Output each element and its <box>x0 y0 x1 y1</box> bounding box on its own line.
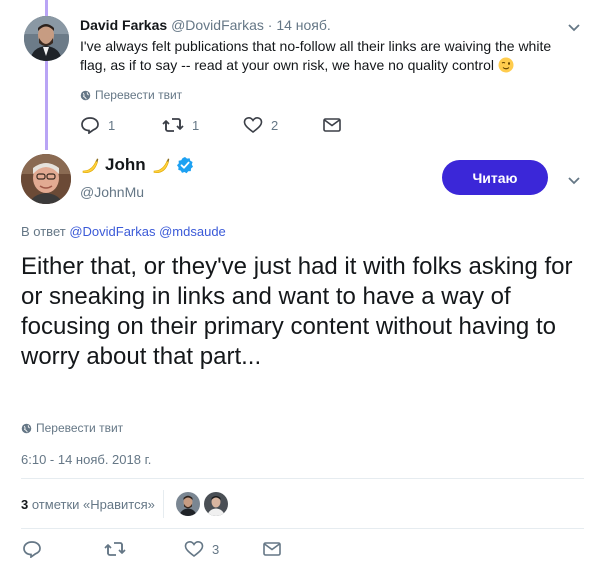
tweet-text-content: I've always felt publications that no-fo… <box>80 38 552 73</box>
reply-icon <box>81 117 99 134</box>
retweet-icon <box>162 118 184 132</box>
reply-button[interactable] <box>22 540 42 558</box>
divider <box>21 528 584 529</box>
winking-face-emoji-icon <box>498 57 514 73</box>
direct-message-button[interactable] <box>322 116 342 134</box>
reply-to-line: В ответ @DovidFarkas @mdsaude <box>21 224 226 239</box>
banana-emoji-icon <box>82 158 99 173</box>
author-name[interactable]: John <box>105 155 146 175</box>
heart-icon <box>243 116 263 134</box>
reply-to-prefix: В ответ <box>21 224 66 239</box>
reply-to-mentions[interactable]: @DovidFarkas @mdsaude <box>69 224 225 239</box>
tweet-text: Either that, or they've just had it with… <box>21 253 573 370</box>
chevron-down-icon[interactable] <box>567 23 581 33</box>
likes-label: отметки «Нравится» <box>31 496 155 512</box>
likes-count-text[interactable]: 3 отметки «Нравится» <box>21 497 155 512</box>
author-name[interactable]: David Farkas <box>80 17 167 33</box>
liker-avatar[interactable] <box>203 492 228 516</box>
retweet-icon <box>104 542 126 556</box>
like-count: 3 <box>212 541 220 557</box>
like-count: 2 <box>271 117 279 133</box>
envelope-icon <box>263 542 281 556</box>
tweet-date[interactable]: 14 нояб. <box>276 17 330 33</box>
author-handle[interactable]: @JohnMu <box>80 184 144 200</box>
globe-icon <box>80 90 91 100</box>
likes-count: 3 <box>21 496 29 512</box>
avatar[interactable] <box>24 16 69 61</box>
tweet-actions: 3 <box>22 540 322 560</box>
retweet-button[interactable] <box>104 540 126 558</box>
divider <box>21 478 584 479</box>
tweet-header: David Farkas @DovidFarkas · 14 нояб. <box>80 17 331 33</box>
reply-count: 1 <box>108 117 116 133</box>
chevron-down-icon[interactable] <box>567 176 581 186</box>
likes-summary[interactable]: 3 отметки «Нравится» <box>21 488 584 520</box>
translate-tweet-link[interactable]: Перевести твит <box>21 421 123 435</box>
divider <box>162 490 164 518</box>
tweet-timestamp[interactable]: 6:10 - 14 нояб. 2018 г. <box>21 452 151 467</box>
author-handle[interactable]: @DovidFarkas <box>171 17 264 33</box>
globe-icon <box>21 423 32 433</box>
envelope-icon <box>323 118 341 132</box>
liker-avatar[interactable] <box>175 492 200 516</box>
reply-button[interactable]: 1 <box>80 116 115 134</box>
parent-tweet[interactable]: David Farkas @DovidFarkas · 14 нояб. I'v… <box>0 0 606 150</box>
like-button[interactable]: 3 <box>184 540 219 558</box>
heart-icon <box>184 540 204 558</box>
reply-icon <box>23 541 41 558</box>
tweet-text: I've always felt publications that no-fo… <box>80 37 570 75</box>
like-button[interactable]: 2 <box>243 116 278 134</box>
retweet-count: 1 <box>192 117 200 133</box>
tweet-actions: 1 1 2 <box>80 116 380 136</box>
following-button[interactable]: Читаю <box>442 160 548 195</box>
translate-tweet-link[interactable]: Перевести твит <box>80 88 182 102</box>
direct-message-button[interactable] <box>262 540 282 558</box>
separator-dot: · <box>267 17 273 33</box>
translate-label[interactable]: Перевести твит <box>95 88 182 102</box>
author-name-row[interactable]: John <box>80 155 194 175</box>
banana-emoji-icon <box>153 158 169 173</box>
avatar[interactable] <box>21 154 71 204</box>
verified-badge-icon <box>176 157 193 174</box>
retweet-button[interactable]: 1 <box>162 116 199 134</box>
translate-label[interactable]: Перевести твит <box>36 421 123 435</box>
